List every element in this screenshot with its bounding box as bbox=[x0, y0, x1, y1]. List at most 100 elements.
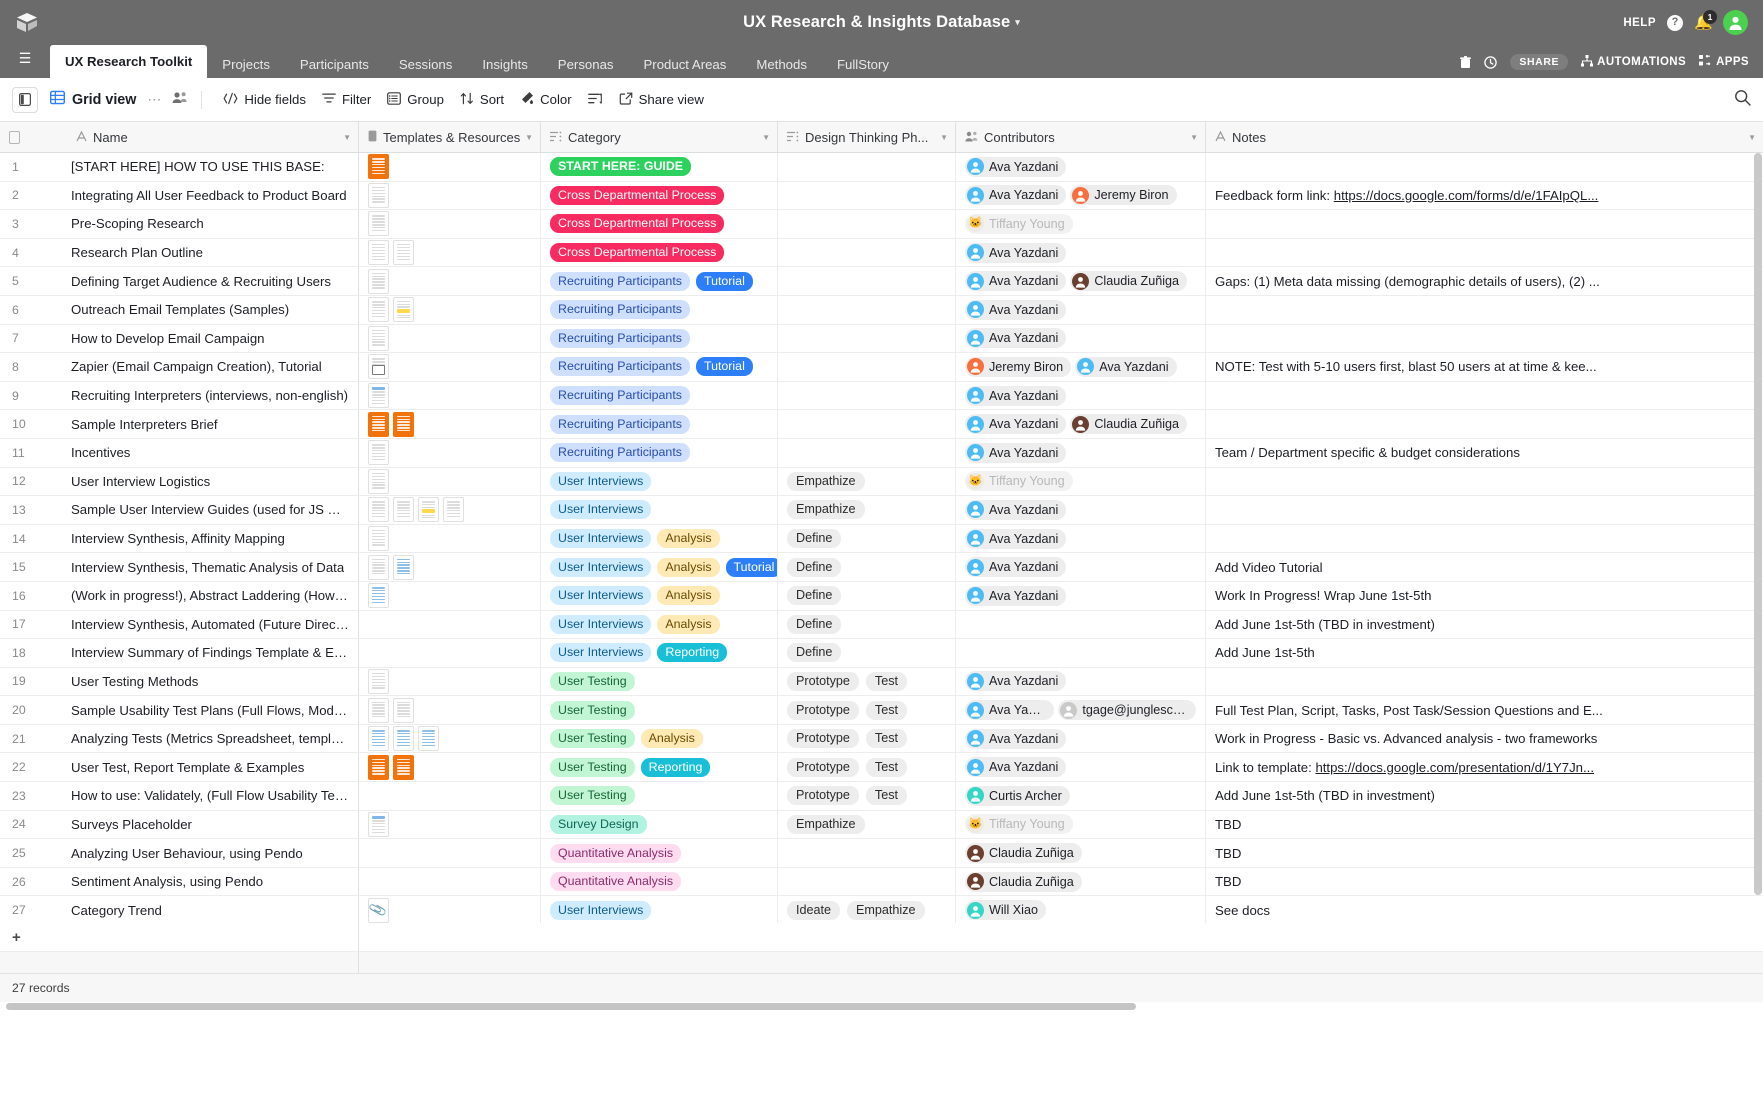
cell-name[interactable]: Incentives bbox=[67, 438, 359, 467]
cell-contributors[interactable]: Curtis Archer bbox=[956, 782, 1206, 810]
cell-notes[interactable]: NOTE: Test with 5-10 users first, blast … bbox=[1206, 353, 1763, 381]
cell-category[interactable]: Quantitative Analysis bbox=[541, 839, 778, 867]
table-row[interactable]: 27 Category Trend 📎 User Interviews Ideate Em… bbox=[0, 896, 1763, 923]
column-header-design-thinking-phase[interactable]: Design Thinking Ph... ▼ bbox=[778, 122, 956, 152]
cell-notes[interactable] bbox=[1206, 239, 1763, 267]
table-row[interactable]: 20 Sample Usability Test Plans (Full Flow… bbox=[0, 696, 1763, 725]
table-row[interactable]: 7 How to Develop Email Campaign Recruiting… bbox=[0, 324, 1763, 354]
cell-category[interactable]: Recruiting Participants bbox=[541, 381, 778, 410]
cell-contributors[interactable]: 🐱 Tiffany Young bbox=[956, 810, 1206, 839]
cell-notes[interactable]: Add June 1st-5th (TBD in investment) bbox=[1206, 782, 1763, 810]
cell-design-thinking-phase[interactable]: Prototype Test bbox=[778, 724, 956, 753]
cell-contributors[interactable]: Jeremy Biron Ava Yazdani bbox=[956, 353, 1206, 381]
cell-category[interactable]: User Interviews bbox=[541, 896, 778, 923]
base-title[interactable]: UX Research & Insights Database ▾ bbox=[0, 13, 1763, 32]
cell-templates-resources[interactable] bbox=[359, 639, 541, 667]
question-circle-icon[interactable]: ? bbox=[1667, 14, 1683, 31]
cell-design-thinking-phase[interactable]: Define bbox=[778, 553, 956, 581]
cell-notes[interactable]: TBD bbox=[1206, 839, 1763, 867]
cell-name[interactable]: Analyzing User Behaviour, using Pendo bbox=[67, 839, 359, 867]
share-button[interactable]: SHARE bbox=[1510, 54, 1569, 70]
cell-notes[interactable]: Work In Progress! Wrap June 1st-5th bbox=[1206, 582, 1763, 610]
cell-design-thinking-phase[interactable]: Empathize bbox=[778, 467, 956, 496]
cell-contributors[interactable]: Ava Yazdani bbox=[956, 324, 1206, 353]
cell-design-thinking-phase[interactable]: Prototype Test bbox=[778, 696, 956, 724]
attachment-thumbnail-spreadsheet[interactable] bbox=[368, 726, 389, 752]
cell-name[interactable]: User Test, Report Template & Examples bbox=[67, 753, 359, 782]
cell-category[interactable]: User Interviews bbox=[541, 496, 778, 524]
table-row[interactable]: 12 User Interview Logistics User Interview… bbox=[0, 467, 1763, 497]
attachment-thumbnail-doc[interactable] bbox=[368, 668, 389, 694]
cell-notes[interactable] bbox=[1206, 410, 1763, 438]
cell-design-thinking-phase[interactable] bbox=[778, 295, 956, 324]
cell-contributors[interactable]: Ava Yazdani bbox=[956, 724, 1206, 753]
cell-design-thinking-phase[interactable] bbox=[778, 324, 956, 353]
attachment-thumbnail-orange[interactable] bbox=[393, 754, 414, 780]
cell-contributors[interactable]: Ava Yazdani bbox=[956, 238, 1206, 267]
cell-design-thinking-phase[interactable] bbox=[778, 153, 956, 181]
view-selector[interactable]: Grid view bbox=[49, 90, 136, 110]
cell-notes[interactable]: Gaps: (1) Meta data missing (demographic… bbox=[1206, 267, 1763, 295]
user-avatar-icon[interactable] bbox=[1723, 10, 1748, 35]
cell-templates-resources[interactable] bbox=[359, 238, 541, 267]
hamburger-menu-icon[interactable]: ☰ bbox=[0, 45, 50, 78]
attachment-thumbnail-doc[interactable] bbox=[393, 697, 414, 723]
bell-icon[interactable]: 🔔 1 bbox=[1694, 9, 1717, 33]
cell-name[interactable]: Sample Usability Test Plans (Full Flows,… bbox=[67, 696, 359, 724]
cell-contributors[interactable]: Ava Yazdani Claudia Zuñiga bbox=[956, 410, 1206, 438]
cell-name[interactable]: Interview Synthesis, Affinity Mapping bbox=[67, 524, 359, 553]
cell-category[interactable]: Quantitative Analysis bbox=[541, 867, 778, 896]
chevron-down-icon[interactable]: ▼ bbox=[343, 133, 351, 142]
automations-button[interactable]: AUTOMATIONS bbox=[1581, 54, 1686, 70]
cell-category[interactable]: Recruiting Participants bbox=[541, 295, 778, 324]
table-row[interactable]: 21 Analyzing Tests (Metrics Spreadsheet, … bbox=[0, 724, 1763, 754]
attachment-thumbnail-orange[interactable] bbox=[368, 154, 389, 180]
horizontal-scrollbar[interactable] bbox=[0, 1002, 1763, 1011]
tab-methods[interactable]: Methods bbox=[741, 51, 822, 78]
cell-contributors[interactable]: 🐱 Tiffany Young bbox=[956, 210, 1206, 238]
cell-category[interactable]: User Interviews Analysis bbox=[541, 581, 778, 610]
table-row[interactable]: 2 Integrating All User Feedback to Produc… bbox=[0, 181, 1763, 211]
cell-category[interactable]: Recruiting Participants bbox=[541, 438, 778, 467]
cell-contributors[interactable]: Ava Yazdani bbox=[956, 524, 1206, 553]
cell-design-thinking-phase[interactable] bbox=[778, 353, 956, 381]
attachment-thumbnail-doc[interactable] bbox=[368, 240, 389, 266]
color-button[interactable]: Color bbox=[512, 87, 580, 112]
table-row[interactable]: 11 Incentives Recruiting Participants Ava Y… bbox=[0, 438, 1763, 468]
cell-notes[interactable]: Link to template: https://docs.google.co… bbox=[1206, 753, 1763, 781]
cell-contributors[interactable]: Claudia Zuñiga bbox=[956, 839, 1206, 867]
cell-design-thinking-phase[interactable]: Prototype Test bbox=[778, 782, 956, 810]
grid-body[interactable]: 1 [START HERE] HOW TO USE THIS BASE: START… bbox=[0, 153, 1763, 923]
table-row[interactable]: 6 Outreach Email Templates (Samples) Recru… bbox=[0, 295, 1763, 325]
cell-category[interactable]: User Testing bbox=[541, 667, 778, 696]
tab-product-areas[interactable]: Product Areas bbox=[629, 51, 742, 78]
tab-ux-research-toolkit[interactable]: UX Research Toolkit bbox=[50, 45, 208, 78]
attachment-thumbnail-doc[interactable] bbox=[418, 497, 439, 523]
cell-name[interactable]: Recruiting Interpreters (interviews, non… bbox=[67, 381, 359, 410]
row-height-button[interactable] bbox=[580, 88, 611, 112]
attachment-thumbnail-doc[interactable] bbox=[368, 325, 389, 351]
tab-personas[interactable]: Personas bbox=[543, 51, 629, 78]
cell-notes[interactable]: Feedback form link: https://docs.google.… bbox=[1206, 182, 1763, 210]
cell-name[interactable]: Pre-Scoping Research bbox=[67, 210, 359, 238]
cell-contributors[interactable]: Ava Yazdani bbox=[956, 753, 1206, 782]
cell-notes[interactable] bbox=[1206, 668, 1763, 696]
attachment-thumbnail-spreadsheet[interactable] bbox=[418, 726, 439, 752]
cell-templates-resources[interactable] bbox=[359, 438, 541, 467]
attachment-thumbnail-doc[interactable] bbox=[368, 211, 389, 237]
trash-icon[interactable] bbox=[1460, 55, 1472, 69]
table-row[interactable]: 13 Sample User Interview Guides (used for… bbox=[0, 496, 1763, 525]
table-row[interactable]: 24 Surveys Placeholder Survey Design Empath… bbox=[0, 810, 1763, 840]
cell-design-thinking-phase[interactable]: Empathize bbox=[778, 496, 956, 524]
attachment-thumbnail-spreadsheet[interactable] bbox=[368, 583, 389, 609]
attachment-thumbnail-doc[interactable] bbox=[443, 497, 464, 523]
attachment-thumbnail-doc[interactable] bbox=[368, 182, 389, 208]
cell-notes[interactable]: TBD bbox=[1206, 868, 1763, 896]
cell-category[interactable]: User Interviews Analysis bbox=[541, 524, 778, 553]
cell-notes[interactable] bbox=[1206, 210, 1763, 238]
cell-templates-resources[interactable] bbox=[359, 610, 541, 639]
attachment-thumbnail-video[interactable] bbox=[368, 354, 389, 380]
cell-notes[interactable]: Add June 1st-5th bbox=[1206, 639, 1763, 667]
cell-design-thinking-phase[interactable] bbox=[778, 181, 956, 210]
attachment-thumbnail-doc[interactable] bbox=[368, 383, 389, 409]
